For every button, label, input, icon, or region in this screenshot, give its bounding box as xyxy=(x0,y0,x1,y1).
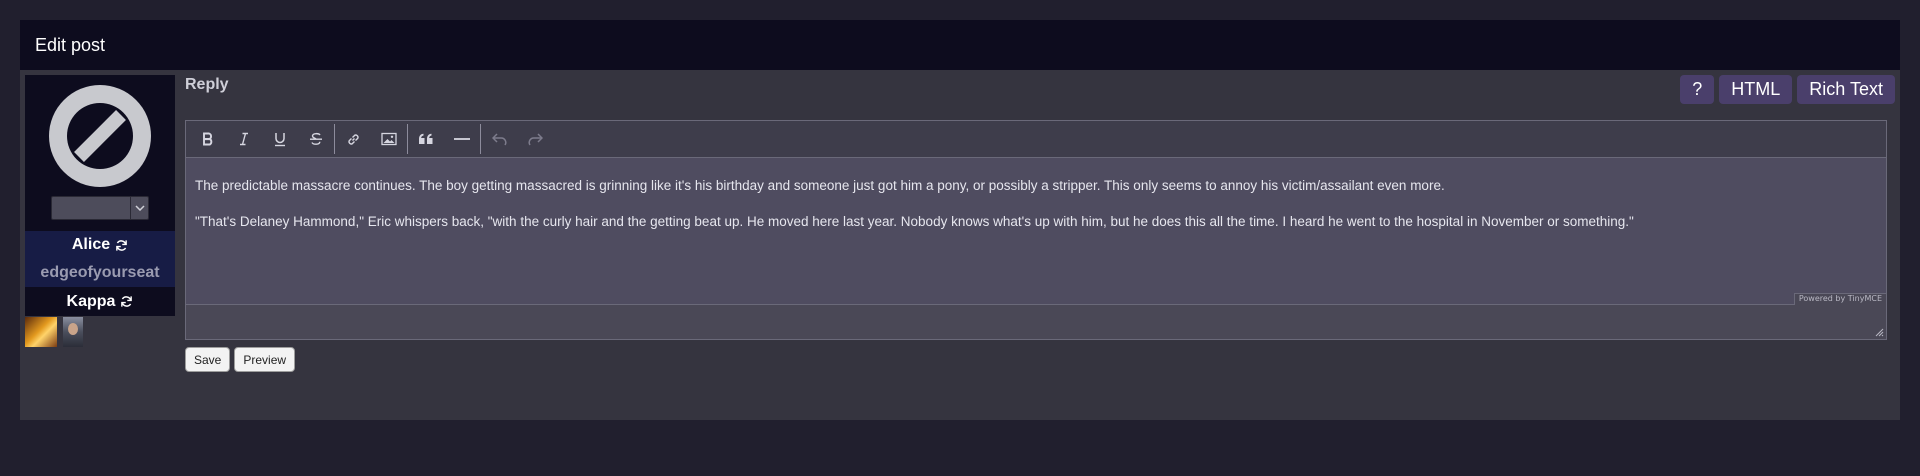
page-title: Edit post xyxy=(35,34,106,55)
image-button[interactable] xyxy=(371,124,407,154)
rich-text-mode-button[interactable]: Rich Text xyxy=(1797,75,1895,104)
html-mode-button[interactable]: HTML xyxy=(1719,75,1793,104)
bold-button[interactable] xyxy=(190,124,226,154)
secondary-name-row: Kappa xyxy=(25,287,175,316)
undo-icon xyxy=(491,132,506,145)
username: edgeofyourseat xyxy=(40,264,160,281)
image-icon xyxy=(381,132,397,146)
blockquote-icon xyxy=(419,133,433,144)
undo-button[interactable] xyxy=(481,124,517,154)
rich-text-editor: The predictable massacre continues. The … xyxy=(185,120,1887,340)
form-actions: Save Preview xyxy=(185,347,296,372)
editor-statusbar: Powered by TinyMCE xyxy=(186,293,1886,339)
strikethrough-icon xyxy=(310,132,322,145)
editor-content-area[interactable]: The predictable massacre continues. The … xyxy=(186,158,1886,304)
strikethrough-button[interactable] xyxy=(298,124,334,154)
underline-button[interactable] xyxy=(262,124,298,154)
edit-post-panel: Edit post Alice edgeofyourseat Kappa Rep… xyxy=(20,20,1900,420)
horizontal-rule-button[interactable] xyxy=(444,124,480,154)
post-paragraph: The predictable massacre continues. The … xyxy=(195,178,1445,193)
username-row: edgeofyourseat xyxy=(25,259,175,287)
bold-icon xyxy=(203,132,213,146)
switch-character-icon[interactable] xyxy=(115,239,128,252)
redo-icon xyxy=(528,132,543,145)
no-avatar-icon xyxy=(49,85,151,187)
underline-icon xyxy=(275,132,285,146)
reply-heading: Reply xyxy=(185,76,229,93)
blockquote-button[interactable] xyxy=(408,124,444,154)
character-thumbnails xyxy=(25,317,175,347)
panel-header: Edit post xyxy=(20,20,1900,70)
character-thumbnail[interactable] xyxy=(25,317,57,347)
italic-button[interactable] xyxy=(226,124,262,154)
save-button[interactable]: Save xyxy=(185,347,231,372)
link-button[interactable] xyxy=(335,124,371,154)
character-thumbnail[interactable] xyxy=(63,317,83,347)
chevron-down-icon xyxy=(130,197,148,219)
character-select[interactable] xyxy=(51,196,149,220)
character-name-row: Alice xyxy=(25,231,175,259)
post-paragraph: "That's Delaney Hammond," Eric whispers … xyxy=(195,214,1634,229)
italic-icon xyxy=(240,132,248,146)
redo-button[interactable] xyxy=(517,124,553,154)
secondary-name: Kappa xyxy=(66,292,116,310)
avatar-box xyxy=(25,75,175,231)
author-sidebar: Alice edgeofyourseat Kappa xyxy=(25,75,175,347)
editor-toolbar xyxy=(186,121,1886,158)
powered-by-link[interactable]: Powered by TinyMCE xyxy=(1793,293,1886,305)
horizontal-rule-icon xyxy=(454,138,470,140)
editor-mode-buttons: ? HTML Rich Text xyxy=(1680,75,1895,104)
preview-button[interactable]: Preview xyxy=(234,347,296,372)
character-name: Alice xyxy=(71,236,111,253)
resize-handle-icon[interactable] xyxy=(1874,327,1884,337)
switch-account-icon[interactable] xyxy=(120,295,133,308)
help-button[interactable]: ? xyxy=(1680,75,1715,104)
link-icon xyxy=(347,133,359,145)
